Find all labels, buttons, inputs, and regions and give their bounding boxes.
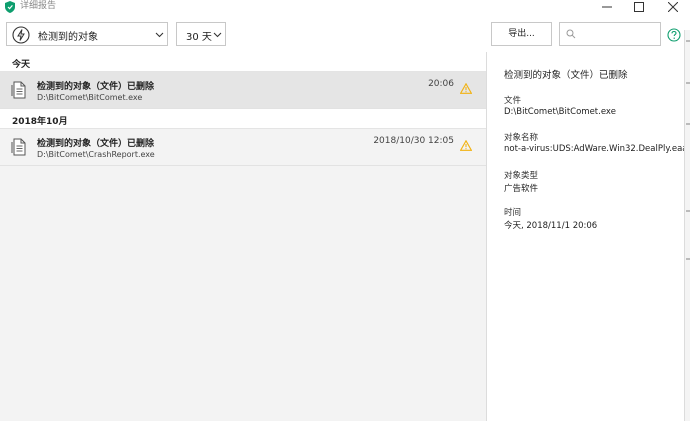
edge-mark — [686, 210, 690, 212]
period-value: 30 天 — [186, 32, 212, 43]
item-time: 2018/10/30 12:05 — [373, 136, 454, 146]
file-value: D:\BitComet\BitComet.exe — [504, 107, 616, 117]
item-title: 检测到的对象（文件）已删除 — [37, 82, 155, 92]
period-dropdown[interactable]: 30 天 — [176, 22, 226, 46]
title-bar: 详细报告 — [0, 0, 690, 14]
object-type-value: 检测到的对象 — [38, 32, 98, 43]
edge-mark — [686, 82, 690, 84]
file-label: 文件 — [504, 96, 522, 106]
help-icon[interactable] — [667, 28, 681, 42]
close-button[interactable] — [658, 0, 688, 14]
group-header-october: 2018年10月 — [0, 109, 486, 129]
item-time: 20:06 — [428, 79, 454, 89]
minimize-button[interactable] — [592, 0, 622, 14]
time-label: 时间 — [504, 208, 522, 218]
item-title: 检测到的对象（文件）已删除 — [37, 139, 155, 149]
details-title: 检测到的对象（文件）已删除 — [504, 70, 628, 81]
list-item[interactable]: 检测到的对象（文件）已删除 D:\BitComet\BitComet.exe 2… — [0, 72, 486, 109]
shield-icon — [5, 1, 15, 13]
details-panel: 检测到的对象（文件）已删除 文件 D:\BitComet\BitComet.ex… — [487, 52, 690, 421]
item-path: D:\BitComet\CrashReport.exe — [37, 150, 155, 159]
warning-icon — [460, 140, 472, 151]
group-header-label: 2018年10月 — [12, 117, 68, 127]
item-path: D:\BitComet\BitComet.exe — [37, 93, 143, 102]
group-header-label: 今天 — [12, 60, 31, 70]
export-button[interactable]: 导出... — [491, 22, 552, 46]
chevron-down-icon — [213, 32, 222, 38]
chevron-down-icon — [155, 32, 164, 38]
warning-icon — [460, 83, 472, 94]
object-type-value: 广告软件 — [504, 184, 539, 194]
search-box[interactable] — [559, 22, 661, 46]
lightning-icon — [12, 26, 30, 44]
maximize-icon — [634, 2, 644, 12]
minimize-icon — [602, 6, 612, 8]
maximize-button[interactable] — [624, 0, 654, 14]
file-icon — [11, 81, 26, 99]
window-title: 详细报告 — [20, 1, 57, 11]
object-type-dropdown[interactable]: 检测到的对象 — [6, 22, 168, 46]
file-icon — [11, 138, 26, 156]
time-value: 今天, 2018/11/1 20:06 — [504, 221, 598, 231]
group-header-today: 今天 — [0, 52, 486, 72]
edge-mark — [686, 40, 690, 42]
edge-mark — [686, 123, 690, 125]
search-icon — [566, 29, 576, 39]
edge-mark — [686, 258, 690, 260]
toolbar: 检测到的对象 30 天 导出... — [0, 14, 690, 52]
object-type-label: 对象类型 — [504, 171, 539, 181]
search-input[interactable] — [580, 26, 658, 42]
background-window-edge — [684, 30, 690, 421]
object-name-label: 对象名称 — [504, 133, 539, 143]
events-list: 今天 检测到的对象（文件）已删除 D:\BitComet\BitComet.ex… — [0, 52, 486, 421]
list-item[interactable]: 检测到的对象（文件）已删除 D:\BitComet\CrashReport.ex… — [0, 129, 486, 166]
close-icon — [668, 2, 678, 12]
object-name-value: not-a-virus:UDS:AdWare.Win32.DealPly.eaa… — [504, 144, 690, 154]
